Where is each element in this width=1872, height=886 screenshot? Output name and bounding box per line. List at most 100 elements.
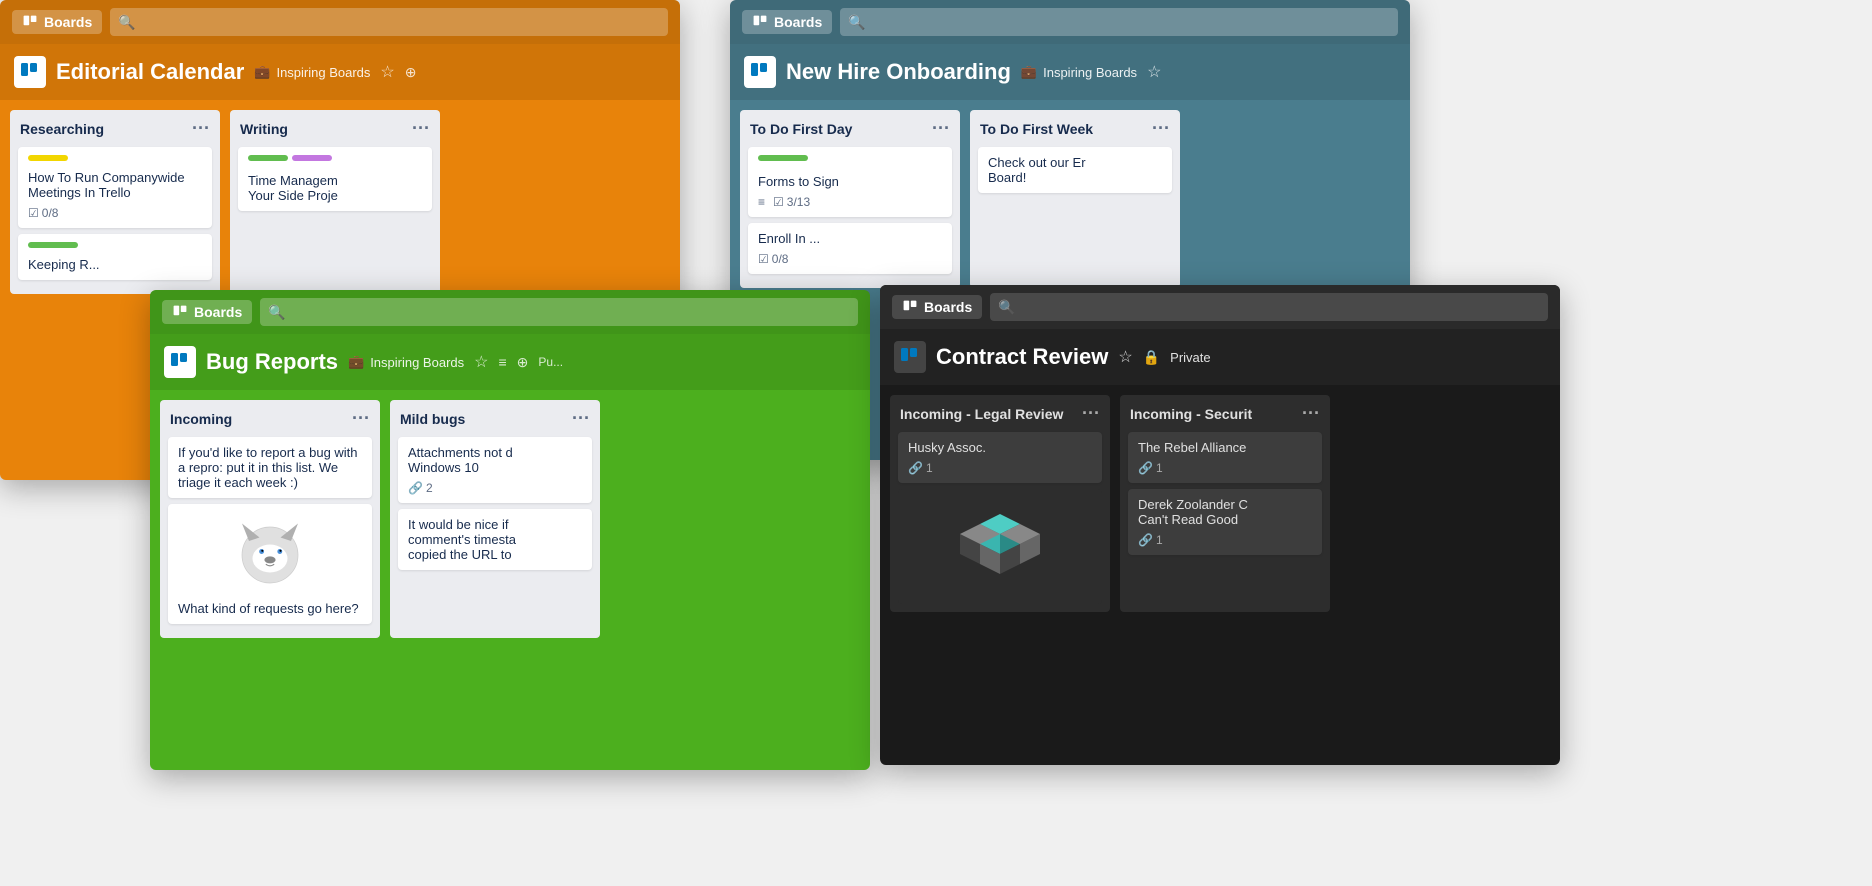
attachment-icon-1: 🔗 2 (408, 481, 433, 495)
card-timestamp[interactable]: It would be nice ifcomment's timestacopi… (398, 509, 592, 570)
label-yellow-1 (28, 155, 68, 161)
workspace-label-editorial: Inspiring Boards (276, 65, 370, 80)
attachment-icon-zoolander: 🔗 1 (1138, 533, 1163, 547)
security-list: Incoming - Securit ··· The Rebel Allianc… (1120, 395, 1330, 612)
writing-list: Writing ··· Time ManagemYour Side Proje (230, 110, 440, 294)
workspace-label-bugs: Inspiring Boards (370, 355, 464, 370)
card-attachments[interactable]: Attachments not dWindows 10 🔗 2 (398, 437, 592, 503)
label-green-forms (758, 155, 808, 161)
writing-list-header: Writing ··· (238, 118, 432, 139)
label-green-keeping (28, 242, 78, 248)
card-enroll[interactable]: Enroll In ... ☑ 0/8 (748, 223, 952, 274)
researching-title: Researching (20, 121, 104, 137)
trello-icon-contract (902, 299, 918, 315)
legal-review-title: Incoming - Legal Review (900, 406, 1063, 422)
mild-bugs-menu[interactable]: ··· (572, 408, 590, 429)
incoming-menu[interactable]: ··· (352, 408, 370, 429)
legal-review-menu[interactable]: ··· (1082, 403, 1100, 424)
card-rebel-alliance[interactable]: The Rebel Alliance 🔗 1 (1128, 432, 1322, 483)
firstday-menu[interactable]: ··· (932, 118, 950, 139)
writing-menu[interactable]: ··· (412, 118, 430, 139)
security-header: Incoming - Securit ··· (1128, 403, 1322, 424)
search-bar-newhire[interactable]: 🔍 (840, 8, 1398, 36)
star-icon-editorial[interactable]: ☆ (380, 62, 394, 82)
trello-logo-newhire (744, 56, 776, 88)
security-title: Incoming - Securit (1130, 406, 1252, 422)
trello-icon-editorial (22, 14, 38, 30)
company-logo-svg (950, 504, 1050, 584)
card-text-companywide: How To Run Companywide Meetings In Trell… (28, 170, 202, 200)
researching-list: Researching ··· How To Run Companywide M… (10, 110, 220, 294)
newhire-board-name: New Hire Onboarding (786, 59, 1011, 85)
trello-logo-bugs (164, 346, 196, 378)
briefcase-icon-newhire: 💼 (1021, 64, 1037, 80)
card-forms[interactable]: Forms to Sign ≡ ☑ 3/13 (748, 147, 952, 217)
card-husky[interactable]: What kind of requests go here? (168, 504, 372, 624)
search-bar-contract[interactable]: 🔍 (990, 293, 1548, 321)
boards-button-editorial[interactable]: Boards (12, 10, 102, 34)
checklist-icon-1: ☑ 0/8 (28, 206, 58, 220)
firstday-list-header: To Do First Day ··· (748, 118, 952, 139)
card-footer-attachments: 🔗 2 (408, 481, 582, 495)
card-report-bug[interactable]: If you'd like to report a bug with a rep… (168, 437, 372, 498)
card-text-time-mgmt: Time ManagemYour Side Proje (248, 173, 422, 203)
card-text-keeping: Keeping R... (28, 257, 202, 272)
trello-logo-editorial (14, 56, 46, 88)
globe-icon-editorial[interactable]: ⊕ (405, 64, 417, 81)
security-menu[interactable]: ··· (1302, 403, 1320, 424)
search-icon-editorial: 🔍 (118, 14, 135, 31)
legal-review-list: Incoming - Legal Review ··· Husky Assoc.… (890, 395, 1110, 612)
menu-icon-bugs[interactable]: ≡ (498, 354, 506, 370)
contract-board-content: Incoming - Legal Review ··· Husky Assoc.… (880, 385, 1560, 622)
card-checkout[interactable]: Check out our ErBoard! (978, 147, 1172, 193)
search-icon-bugs: 🔍 (268, 304, 285, 321)
firstday-list: To Do First Day ··· Forms to Sign ≡ ☑ 3/… (740, 110, 960, 288)
star-icon-newhire[interactable]: ☆ (1147, 62, 1161, 82)
incoming-title: Incoming (170, 411, 232, 427)
boards-button-contract[interactable]: Boards (892, 295, 982, 319)
card-footer-zoolander: 🔗 1 (1138, 533, 1312, 547)
private-label-contract: Private (1170, 350, 1210, 365)
trello-logo-svg-contract (900, 347, 920, 367)
card-zoolander[interactable]: Derek Zoolander CCan't Read Good 🔗 1 (1128, 489, 1322, 555)
card-companywide[interactable]: How To Run Companywide Meetings In Trell… (18, 147, 212, 228)
briefcase-icon-bugs: 💼 (348, 354, 364, 370)
card-text-forms: Forms to Sign (758, 174, 942, 189)
trello-logo-contract (894, 341, 926, 373)
card-husky-assoc[interactable]: Husky Assoc. 🔗 1 (898, 432, 1102, 483)
card-text-timestamp: It would be nice ifcomment's timestacopi… (408, 517, 582, 562)
incoming-list-header: Incoming ··· (168, 408, 372, 429)
firstday-title: To Do First Day (750, 121, 852, 137)
contract-board-name: Contract Review (936, 344, 1108, 370)
search-bar-bugs[interactable]: 🔍 (260, 298, 858, 326)
husky-svg (235, 520, 305, 590)
incoming-list: Incoming ··· If you'd like to report a b… (160, 400, 380, 638)
card-text-husky-assoc: Husky Assoc. (908, 440, 1092, 455)
researching-menu[interactable]: ··· (192, 118, 210, 139)
card-time-mgmt[interactable]: Time ManagemYour Side Proje (238, 147, 432, 211)
boards-button-newhire[interactable]: Boards (742, 10, 832, 34)
boards-label-editorial: Boards (44, 14, 92, 30)
star-icon-bugs[interactable]: ☆ (474, 352, 488, 372)
bugs-meta: 💼 Inspiring Boards (348, 354, 464, 370)
checklist-icon-enroll: ☑ 0/8 (758, 252, 788, 266)
logo-image-area (898, 489, 1102, 604)
pub-label-bugs: Pu... (538, 355, 563, 369)
firstweek-menu[interactable]: ··· (1152, 118, 1170, 139)
boards-button-bugs[interactable]: Boards (162, 300, 252, 324)
editorial-board-content: Researching ··· How To Run Companywide M… (0, 100, 680, 304)
label-purple-tm (292, 155, 332, 161)
card-footer-companywide: ☑ 0/8 (28, 206, 202, 220)
star-icon-contract[interactable]: ☆ (1118, 347, 1132, 367)
bugreports-window: Boards 🔍 Bug Reports 💼 Inspiring Boards … (150, 290, 870, 770)
writing-title: Writing (240, 121, 288, 137)
mild-bugs-title: Mild bugs (400, 411, 465, 427)
trello-logo-svg-nh (750, 62, 770, 82)
card-keeping[interactable]: Keeping R... (18, 234, 212, 280)
briefcase-icon-editorial: 💼 (254, 64, 270, 80)
mild-bugs-list: Mild bugs ··· Attachments not dWindows 1… (390, 400, 600, 638)
card-footer-enroll: ☑ 0/8 (758, 252, 942, 266)
husky-image (178, 512, 362, 601)
globe-icon-bugs[interactable]: ⊕ (517, 354, 529, 371)
search-bar-editorial[interactable]: 🔍 (110, 8, 668, 36)
